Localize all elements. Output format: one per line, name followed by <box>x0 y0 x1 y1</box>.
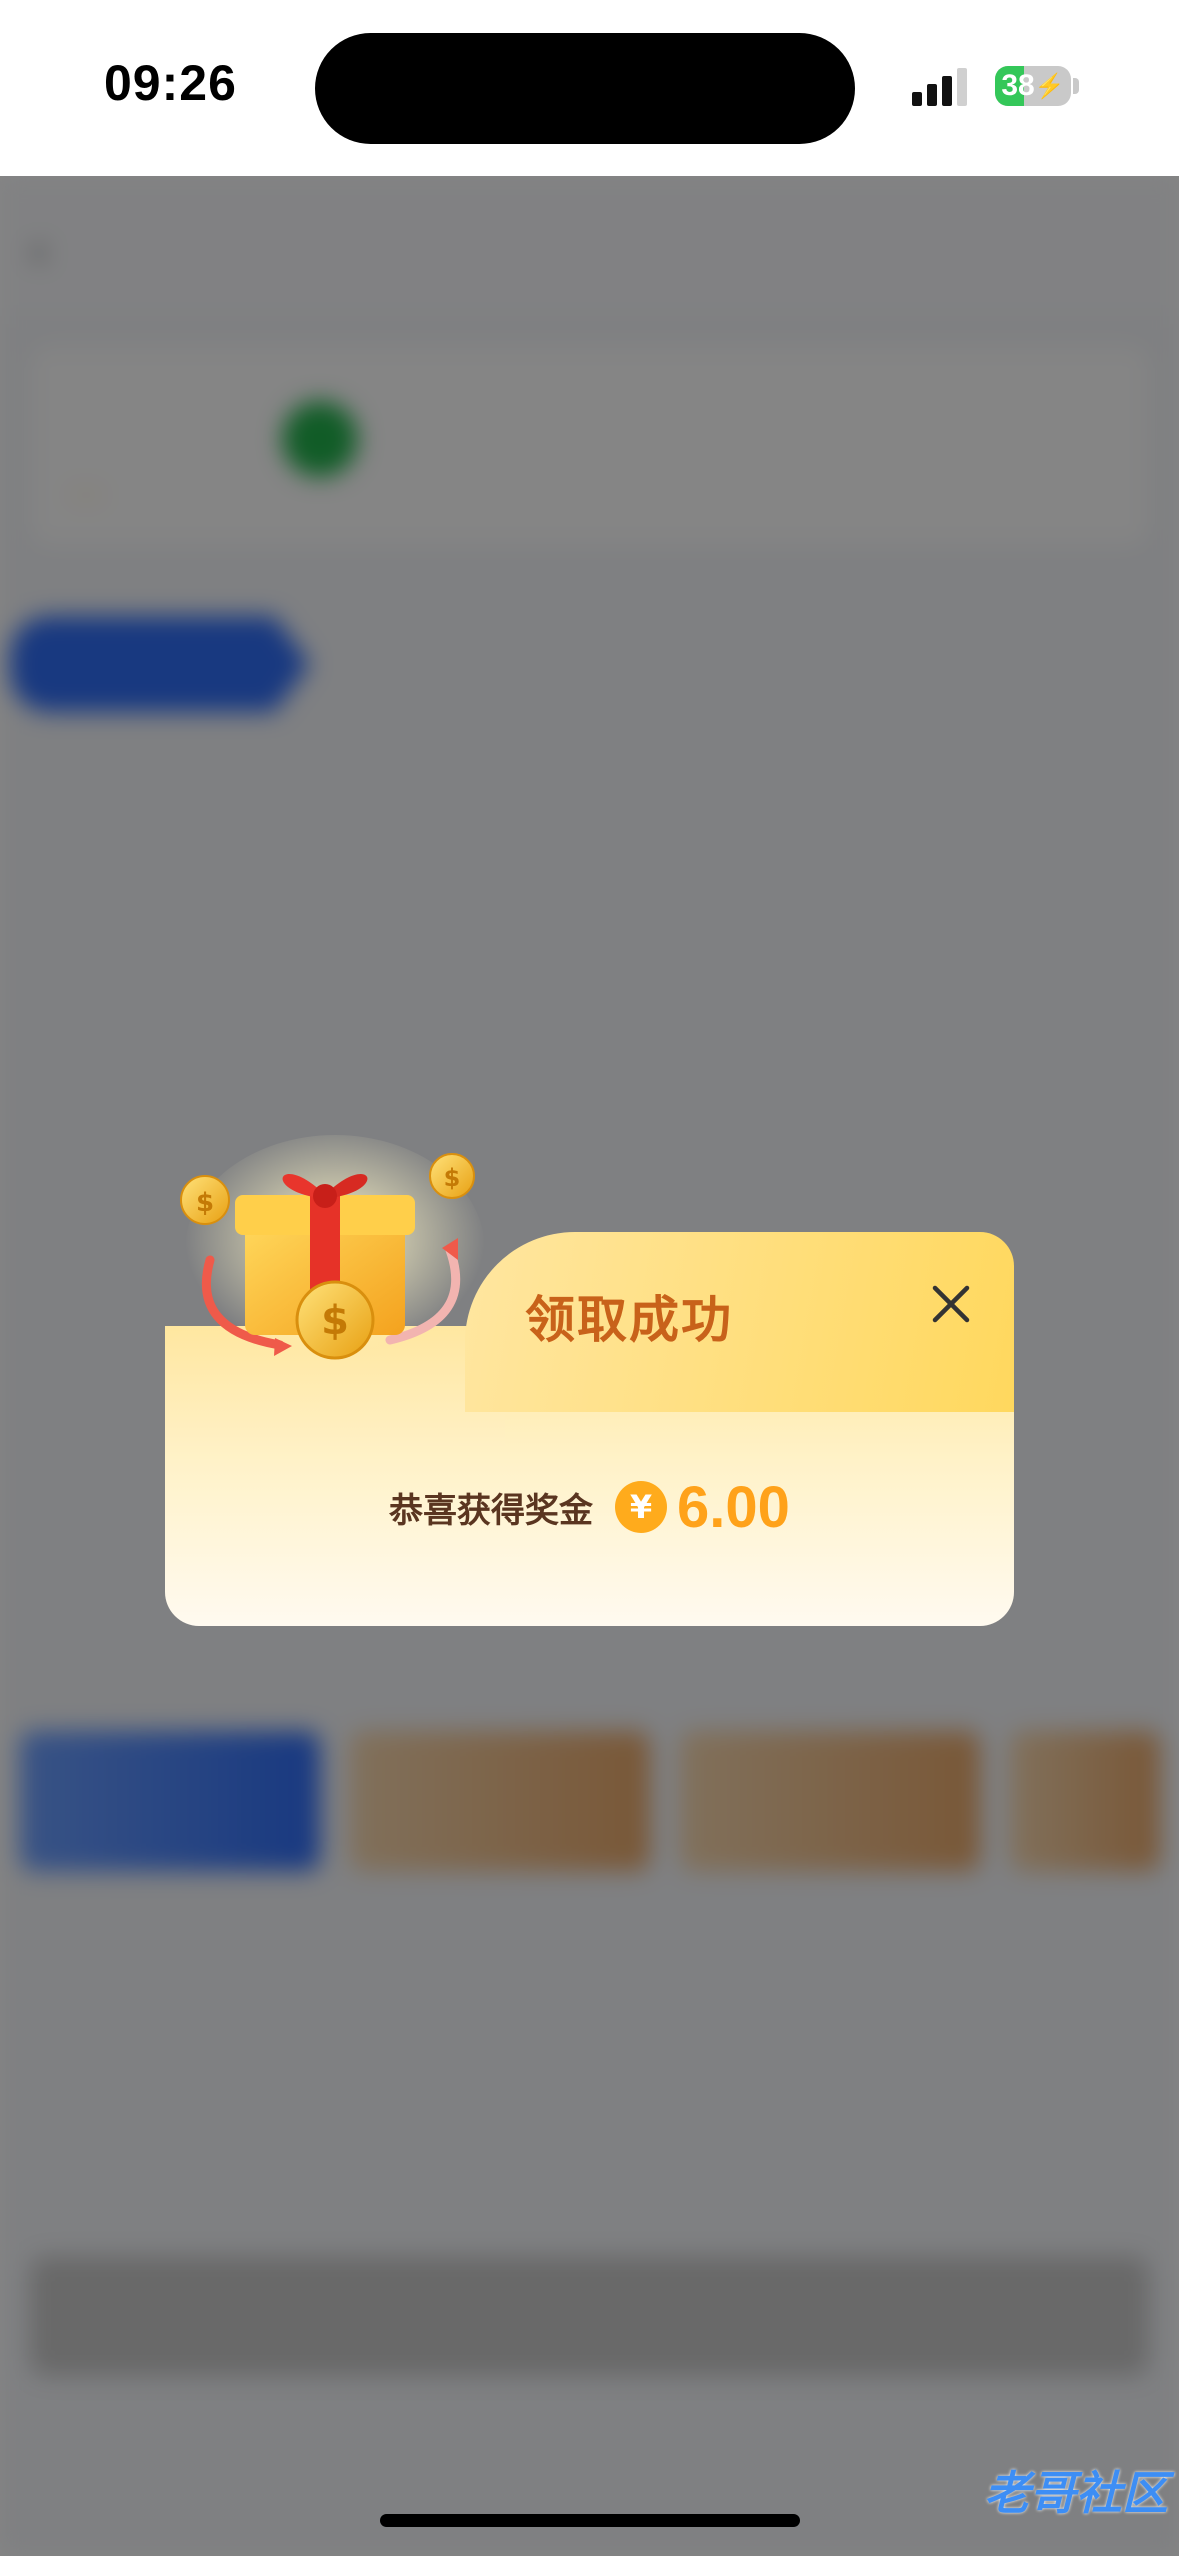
screen: ‹ 09:26 38 ⚡ 领取成功 恭喜获得奖金 ¥ 6.00 $ $ $ 老哥… <box>0 0 1179 2556</box>
battery-cap <box>1073 78 1079 94</box>
reward-amount: 6.00 <box>677 1474 790 1540</box>
status-time: 09:26 <box>104 55 237 111</box>
close-icon <box>932 1285 970 1323</box>
reward-label: 恭喜获得奖金 <box>389 1490 594 1531</box>
battery-percentage: 38 ⚡ <box>1001 69 1065 102</box>
reward-row: 恭喜获得奖金 ¥ 6.00 <box>165 1462 1014 1552</box>
close-button[interactable] <box>922 1275 980 1333</box>
svg-text:$: $ <box>444 1164 461 1192</box>
home-indicator[interactable] <box>380 2514 800 2527</box>
gift-box-icon: $ $ $ <box>180 1135 485 1365</box>
popup-title: 领取成功 <box>525 1291 733 1349</box>
watermark: 老哥社区 <box>984 2466 1168 2520</box>
svg-text:$: $ <box>196 1188 214 1218</box>
status-bar: 09:26 38 ⚡ <box>0 0 1179 176</box>
yen-icon: ¥ <box>615 1481 668 1533</box>
signal-icon <box>912 68 972 106</box>
battery-icon: 38 ⚡ <box>995 66 1071 106</box>
dynamic-island <box>315 33 855 144</box>
svg-text:$: $ <box>321 1298 349 1344</box>
